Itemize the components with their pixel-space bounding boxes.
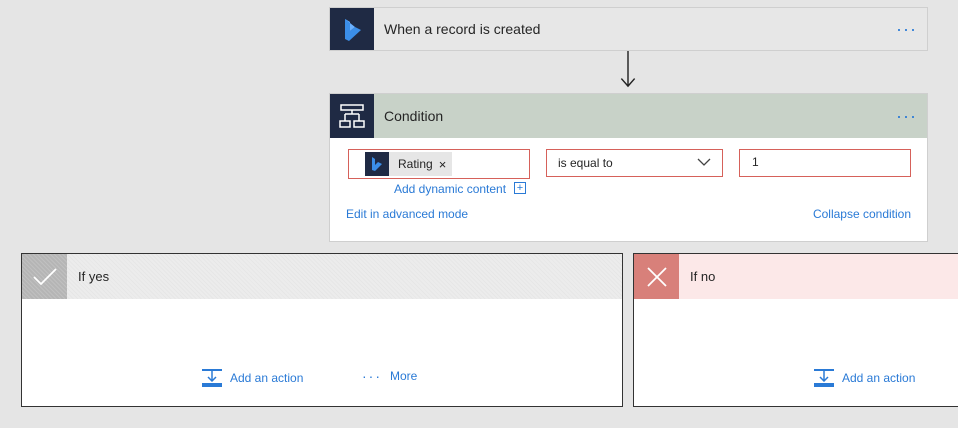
condition-operand-field[interactable]: Rating × xyxy=(348,149,530,179)
chevron-down-icon xyxy=(697,158,711,166)
edit-advanced-mode-link[interactable]: Edit in advanced mode xyxy=(346,207,468,221)
dynamics-logo-icon xyxy=(330,8,374,50)
close-icon xyxy=(634,254,679,299)
collapse-condition-link[interactable]: Collapse condition xyxy=(813,207,911,221)
add-action-label: Add an action xyxy=(230,371,304,385)
condition-icon xyxy=(330,94,374,138)
operator-dropdown[interactable]: is equal to xyxy=(546,149,723,177)
add-dynamic-content-icon[interactable]: + xyxy=(514,182,526,194)
add-dynamic-content-link[interactable]: Add dynamic content xyxy=(394,182,506,196)
trigger-title: When a record is created xyxy=(384,21,541,37)
condition-menu-button[interactable]: ··· xyxy=(896,94,917,138)
add-action-button[interactable]: Add an action xyxy=(202,368,303,388)
condition-header[interactable]: Condition ··· xyxy=(330,94,927,138)
add-action-label: Add an action xyxy=(842,371,916,385)
more-label: More xyxy=(390,369,418,383)
token-remove-button[interactable]: × xyxy=(439,157,453,172)
add-action-button[interactable]: Add an action xyxy=(814,368,915,388)
if-yes-header[interactable]: If yes xyxy=(22,254,622,299)
trigger-card[interactable]: When a record is created ··· xyxy=(329,7,928,51)
rating-token: Rating × xyxy=(365,152,453,176)
add-action-icon xyxy=(202,369,222,387)
add-action-icon xyxy=(814,369,834,387)
checkmark-icon xyxy=(22,254,67,299)
if-no-branch: If no Add an action xyxy=(633,253,958,407)
operator-selected: is equal to xyxy=(558,156,613,170)
more-button[interactable]: ··· More xyxy=(362,368,417,384)
condition-value-input[interactable]: 1 xyxy=(739,149,911,177)
if-yes-title: If yes xyxy=(78,269,110,284)
dynamics-logo-icon xyxy=(365,152,389,176)
more-dots-icon: ··· xyxy=(362,368,382,384)
if-yes-branch: If yes Add an action ··· More xyxy=(21,253,623,407)
token-label: Rating xyxy=(398,157,433,171)
condition-value: 1 xyxy=(752,155,759,169)
condition-card: Condition ··· Rating × is equal to 1 Add… xyxy=(329,93,928,242)
if-no-header[interactable]: If no xyxy=(634,254,958,299)
trigger-menu-button[interactable]: ··· xyxy=(896,8,917,50)
condition-title: Condition xyxy=(384,108,444,124)
if-no-title: If no xyxy=(690,269,716,284)
flow-arrow-icon xyxy=(620,51,636,88)
